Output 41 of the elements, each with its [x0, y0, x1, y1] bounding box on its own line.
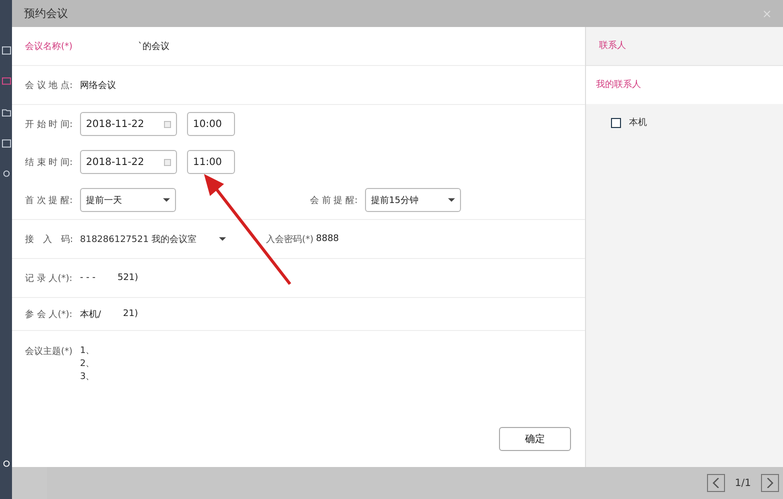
field-label: 会议名称(*) [25, 40, 74, 52]
field-label: 会 议 地 点: [25, 80, 74, 92]
reminder-dropdown[interactable]: 提前一天 [80, 188, 176, 212]
field-label: 接 入 码: [25, 234, 74, 246]
page-indicator: 1/1 [734, 478, 751, 488]
monitor-icon[interactable] [2, 77, 10, 86]
next-page-button[interactable] [761, 474, 779, 492]
reminder-dropdown[interactable]: 提前15分钟 [365, 188, 461, 212]
caret-icon [163, 198, 170, 202]
field-label: 首 次 提 醒: [25, 194, 74, 206]
chevron-left-icon [710, 478, 721, 488]
contact-name: 本机 [629, 116, 647, 129]
recorder-name: - - - [80, 273, 96, 283]
field-label: 记 录 人(*): [25, 272, 74, 284]
field-label: 会议主题(*) [25, 346, 74, 359]
location-field[interactable]: 网络会议 [80, 78, 116, 92]
confirm-button[interactable]: 确定 [499, 427, 571, 451]
caret-icon [219, 237, 226, 241]
contact-group[interactable]: 我的联系人 [586, 66, 783, 104]
chevron-right-icon [765, 478, 775, 488]
date-field[interactable]: 2018-11-22 [80, 150, 177, 174]
time-field[interactable]: 11:00 [187, 150, 235, 174]
date-field[interactable]: 2018-11-22 [80, 112, 177, 136]
access-code-dropdown[interactable]: 818286127521 我的会议室 [80, 232, 226, 246]
previous-page-button[interactable] [706, 474, 725, 492]
folder-icon[interactable] [2, 108, 10, 117]
field-label: 入会密码(*) [266, 234, 315, 246]
password-field[interactable]: 8888 [316, 234, 339, 244]
topic-text-area[interactable]: 1、 2、 3、 [80, 345, 95, 384]
checkbox[interactable] [611, 118, 621, 128]
time-field[interactable]: 10:00 [187, 112, 235, 136]
caret-icon [448, 198, 455, 202]
field-label: 参 会 人(*): [25, 308, 74, 320]
meeting-name-field[interactable]: `的会议 [138, 40, 170, 52]
dialog-title: 预约会议 [24, 6, 68, 21]
field-label: 开 始 时 间: [25, 118, 74, 130]
field-label: 会 前 提 醒: [310, 194, 359, 206]
attendee-name: 21) [123, 309, 138, 319]
recorder-name: 521) [117, 273, 138, 283]
field-label: 结 束 时 间: [25, 156, 74, 168]
attendee-name: 本机/ [80, 308, 102, 320]
